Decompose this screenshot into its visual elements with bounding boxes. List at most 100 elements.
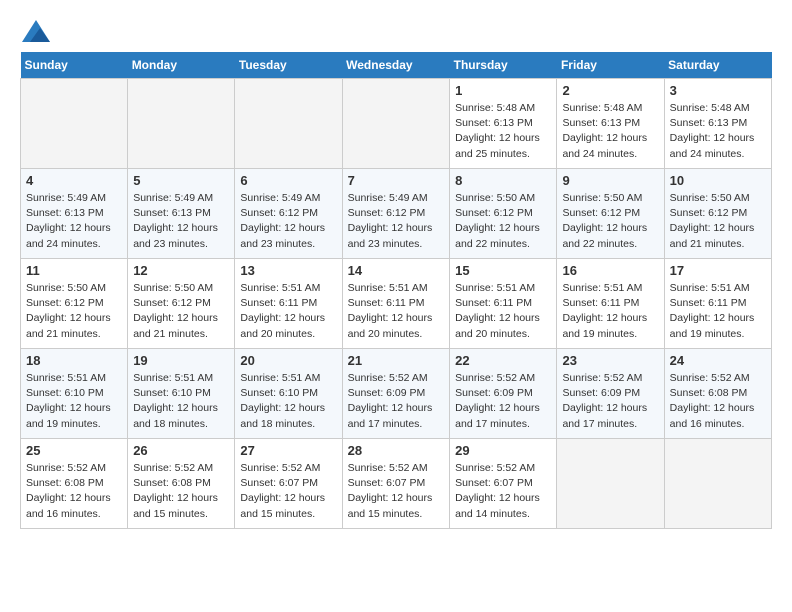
day-number: 29 [455,443,551,458]
day-info: Sunrise: 5:50 AM Sunset: 6:12 PM Dayligh… [562,191,658,252]
day-header-tuesday: Tuesday [235,52,342,79]
day-number: 1 [455,83,551,98]
calendar-cell: 29 Sunrise: 5:52 AM Sunset: 6:07 PM Dayli… [450,439,557,529]
calendar-cell: 9 Sunrise: 5:50 AM Sunset: 6:12 PM Daylig… [557,169,664,259]
day-info: Sunrise: 5:51 AM Sunset: 6:11 PM Dayligh… [562,281,658,342]
calendar-header-row: SundayMondayTuesdayWednesdayThursdayFrid… [21,52,772,79]
day-number: 15 [455,263,551,278]
calendar-cell: 4 Sunrise: 5:49 AM Sunset: 6:13 PM Daylig… [21,169,128,259]
calendar-cell: 3 Sunrise: 5:48 AM Sunset: 6:13 PM Daylig… [664,79,771,169]
day-number: 9 [562,173,658,188]
day-header-monday: Monday [128,52,235,79]
day-info: Sunrise: 5:48 AM Sunset: 6:13 PM Dayligh… [670,101,766,162]
day-info: Sunrise: 5:52 AM Sunset: 6:08 PM Dayligh… [133,461,229,522]
calendar-cell [342,79,450,169]
calendar-cell: 19 Sunrise: 5:51 AM Sunset: 6:10 PM Dayli… [128,349,235,439]
day-header-sunday: Sunday [21,52,128,79]
day-number: 12 [133,263,229,278]
day-info: Sunrise: 5:52 AM Sunset: 6:08 PM Dayligh… [26,461,122,522]
calendar-cell: 7Sunrise: 5:49 AM Sunset: 6:12 PM Daylig… [342,169,450,259]
calendar-cell: 11 Sunrise: 5:50 AM Sunset: 6:12 PM Dayli… [21,259,128,349]
calendar-cell: 27 Sunrise: 5:52 AM Sunset: 6:07 PM Dayli… [235,439,342,529]
day-number: 8 [455,173,551,188]
day-header-wednesday: Wednesday [342,52,450,79]
day-info: Sunrise: 5:51 AM Sunset: 6:11 PM Dayligh… [455,281,551,342]
calendar-cell: 22 Sunrise: 5:52 AM Sunset: 6:09 PM Dayli… [450,349,557,439]
calendar-cell: 8 Sunrise: 5:50 AM Sunset: 6:12 PM Daylig… [450,169,557,259]
day-info: Sunrise: 5:52 AM Sunset: 6:07 PM Dayligh… [455,461,551,522]
day-info: Sunrise: 5:52 AM Sunset: 6:09 PM Dayligh… [562,371,658,432]
page-header [20,20,772,42]
day-info: Sunrise: 5:51 AM Sunset: 6:11 PM Dayligh… [240,281,336,342]
logo [20,20,50,42]
calendar-cell: 6Sunrise: 5:49 AM Sunset: 6:12 PM Daylig… [235,169,342,259]
day-info: Sunrise: 5:50 AM Sunset: 6:12 PM Dayligh… [26,281,122,342]
calendar-cell [664,439,771,529]
calendar-cell: 24 Sunrise: 5:52 AM Sunset: 6:08 PM Dayli… [664,349,771,439]
calendar-cell: 15 Sunrise: 5:51 AM Sunset: 6:11 PM Dayli… [450,259,557,349]
logo-icon [22,20,50,42]
day-number: 2 [562,83,658,98]
day-info: Sunrise: 5:50 AM Sunset: 6:12 PM Dayligh… [455,191,551,252]
day-number: 4 [26,173,122,188]
calendar-week-row: 11 Sunrise: 5:50 AM Sunset: 6:12 PM Dayli… [21,259,772,349]
day-info: Sunrise: 5:51 AM Sunset: 6:10 PM Dayligh… [240,371,336,432]
calendar-cell: 17 Sunrise: 5:51 AM Sunset: 6:11 PM Dayli… [664,259,771,349]
calendar-cell [235,79,342,169]
calendar-table: SundayMondayTuesdayWednesdayThursdayFrid… [20,52,772,529]
day-number: 25 [26,443,122,458]
day-info: Sunrise: 5:51 AM Sunset: 6:10 PM Dayligh… [26,371,122,432]
day-info: Sunrise: 5:52 AM Sunset: 6:07 PM Dayligh… [348,461,445,522]
day-info: Sunrise: 5:52 AM Sunset: 6:09 PM Dayligh… [348,371,445,432]
day-number: 3 [670,83,766,98]
day-header-friday: Friday [557,52,664,79]
calendar-cell: 20 Sunrise: 5:51 AM Sunset: 6:10 PM Dayli… [235,349,342,439]
day-info: Sunrise: 5:51 AM Sunset: 6:10 PM Dayligh… [133,371,229,432]
calendar-cell [557,439,664,529]
day-info: Sunrise: 5:49 AM Sunset: 6:13 PM Dayligh… [26,191,122,252]
calendar-cell: 13Sunrise: 5:51 AM Sunset: 6:11 PM Dayli… [235,259,342,349]
day-info: Sunrise: 5:50 AM Sunset: 6:12 PM Dayligh… [670,191,766,252]
day-number: 28 [348,443,445,458]
calendar-cell: 12 Sunrise: 5:50 AM Sunset: 6:12 PM Dayli… [128,259,235,349]
calendar-cell: 21Sunrise: 5:52 AM Sunset: 6:09 PM Dayli… [342,349,450,439]
day-info: Sunrise: 5:49 AM Sunset: 6:13 PM Dayligh… [133,191,229,252]
day-number: 11 [26,263,122,278]
day-number: 5 [133,173,229,188]
day-info: Sunrise: 5:50 AM Sunset: 6:12 PM Dayligh… [133,281,229,342]
calendar-cell: 10 Sunrise: 5:50 AM Sunset: 6:12 PM Dayli… [664,169,771,259]
day-info: Sunrise: 5:52 AM Sunset: 6:09 PM Dayligh… [455,371,551,432]
calendar-cell: 28 Sunrise: 5:52 AM Sunset: 6:07 PM Dayli… [342,439,450,529]
day-number: 20 [240,353,336,368]
calendar-cell: 25 Sunrise: 5:52 AM Sunset: 6:08 PM Dayli… [21,439,128,529]
day-number: 14 [348,263,445,278]
day-info: Sunrise: 5:48 AM Sunset: 6:13 PM Dayligh… [455,101,551,162]
day-number: 27 [240,443,336,458]
day-info: Sunrise: 5:48 AM Sunset: 6:13 PM Dayligh… [562,101,658,162]
calendar-week-row: 18 Sunrise: 5:51 AM Sunset: 6:10 PM Dayli… [21,349,772,439]
day-number: 24 [670,353,766,368]
day-info: Sunrise: 5:51 AM Sunset: 6:11 PM Dayligh… [670,281,766,342]
day-info: Sunrise: 5:52 AM Sunset: 6:08 PM Dayligh… [670,371,766,432]
calendar-cell: 26Sunrise: 5:52 AM Sunset: 6:08 PM Dayli… [128,439,235,529]
calendar-cell: 16 Sunrise: 5:51 AM Sunset: 6:11 PM Dayli… [557,259,664,349]
day-info: Sunrise: 5:52 AM Sunset: 6:07 PM Dayligh… [240,461,336,522]
calendar-week-row: 4 Sunrise: 5:49 AM Sunset: 6:13 PM Daylig… [21,169,772,259]
day-number: 22 [455,353,551,368]
day-number: 17 [670,263,766,278]
calendar-week-row: 1 Sunrise: 5:48 AM Sunset: 6:13 PM Daylig… [21,79,772,169]
day-number: 16 [562,263,658,278]
calendar-cell: 18 Sunrise: 5:51 AM Sunset: 6:10 PM Dayli… [21,349,128,439]
day-number: 19 [133,353,229,368]
calendar-cell [128,79,235,169]
day-number: 18 [26,353,122,368]
day-header-saturday: Saturday [664,52,771,79]
day-number: 10 [670,173,766,188]
day-number: 23 [562,353,658,368]
calendar-cell: 23 Sunrise: 5:52 AM Sunset: 6:09 PM Dayli… [557,349,664,439]
day-header-thursday: Thursday [450,52,557,79]
calendar-cell: 5 Sunrise: 5:49 AM Sunset: 6:13 PM Daylig… [128,169,235,259]
calendar-cell: 1 Sunrise: 5:48 AM Sunset: 6:13 PM Daylig… [450,79,557,169]
calendar-week-row: 25 Sunrise: 5:52 AM Sunset: 6:08 PM Dayli… [21,439,772,529]
calendar-cell: 14Sunrise: 5:51 AM Sunset: 6:11 PM Dayli… [342,259,450,349]
